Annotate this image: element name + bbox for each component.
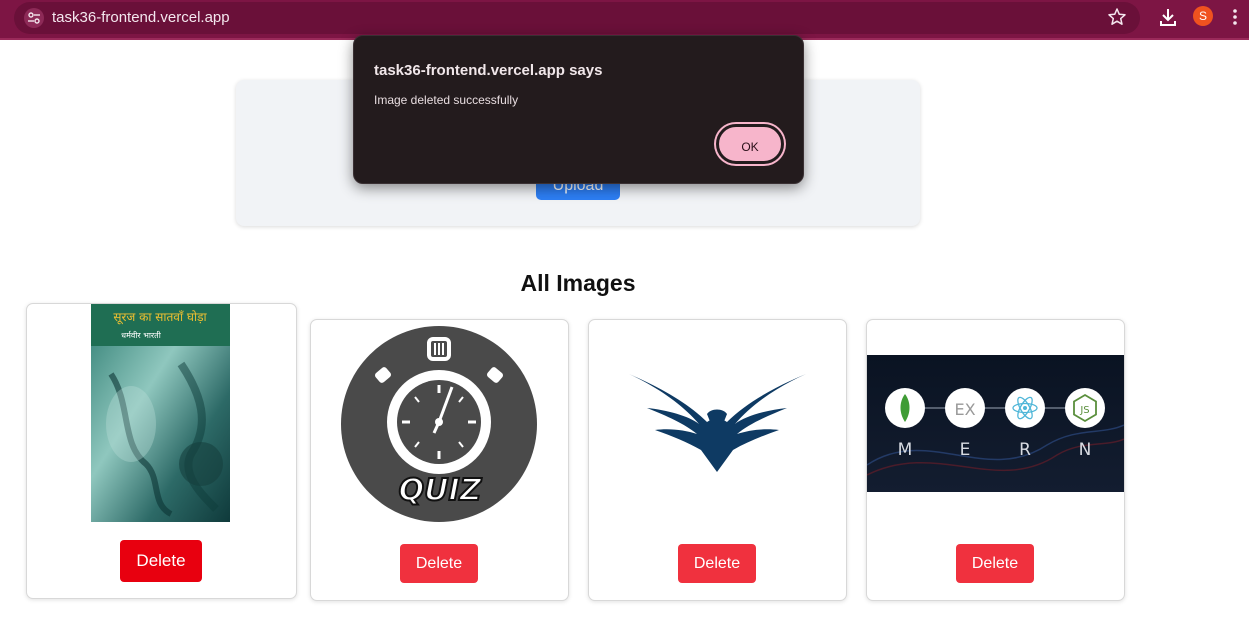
alert-dialog: task36-frontend.vercel.app says Image de…	[353, 35, 804, 184]
delete-button[interactable]: Delete	[678, 544, 756, 583]
quiz-caption: QUIZ	[399, 473, 483, 508]
book-title: सूरज का सातवाँ घोड़ा	[113, 310, 207, 325]
mern-letter: N	[1079, 440, 1092, 460]
kebab-menu-icon[interactable]	[1229, 6, 1241, 28]
mern-banner-image: EX JS M E R N	[867, 355, 1124, 492]
star-icon[interactable]	[1107, 7, 1127, 27]
ex-text: EX	[954, 400, 975, 419]
delete-button[interactable]: Delete	[120, 540, 202, 582]
book-cover-image: सूरज का सातवाँ घोड़ा धर्मवीर भारती	[91, 304, 230, 522]
avatar[interactable]: S	[1193, 6, 1213, 26]
mern-letter: E	[960, 440, 971, 460]
image-card: EX JS M E R N Delete	[866, 319, 1125, 601]
page-title: All Images	[520, 270, 636, 296]
tune-icon[interactable]	[24, 8, 44, 28]
download-icon[interactable]	[1157, 6, 1179, 28]
url-text[interactable]: task36-frontend.vercel.app	[52, 9, 230, 26]
mern-letter: M	[898, 440, 913, 460]
dialog-message: Image deleted successfully	[374, 93, 519, 107]
ok-button[interactable]: OK	[716, 124, 784, 164]
delete-button[interactable]: Delete	[956, 544, 1034, 583]
dialog-title: task36-frontend.vercel.app says	[374, 62, 603, 79]
mern-letter: R	[1019, 440, 1031, 460]
book-author: धर्मवीर भारती	[121, 330, 162, 340]
browser-toolbar: task36-frontend.vercel.app S	[0, 0, 1249, 40]
eagle-logo-image	[629, 374, 806, 472]
image-card: QUIZ Delete	[310, 319, 569, 601]
js-text: JS	[1079, 405, 1089, 416]
quiz-stopwatch-image: QUIZ	[341, 326, 537, 522]
image-card: Delete	[588, 319, 847, 601]
image-card: सूरज का सातवाँ घोड़ा धर्मवीर भारती Delet…	[26, 303, 297, 599]
delete-button[interactable]: Delete	[400, 544, 478, 583]
